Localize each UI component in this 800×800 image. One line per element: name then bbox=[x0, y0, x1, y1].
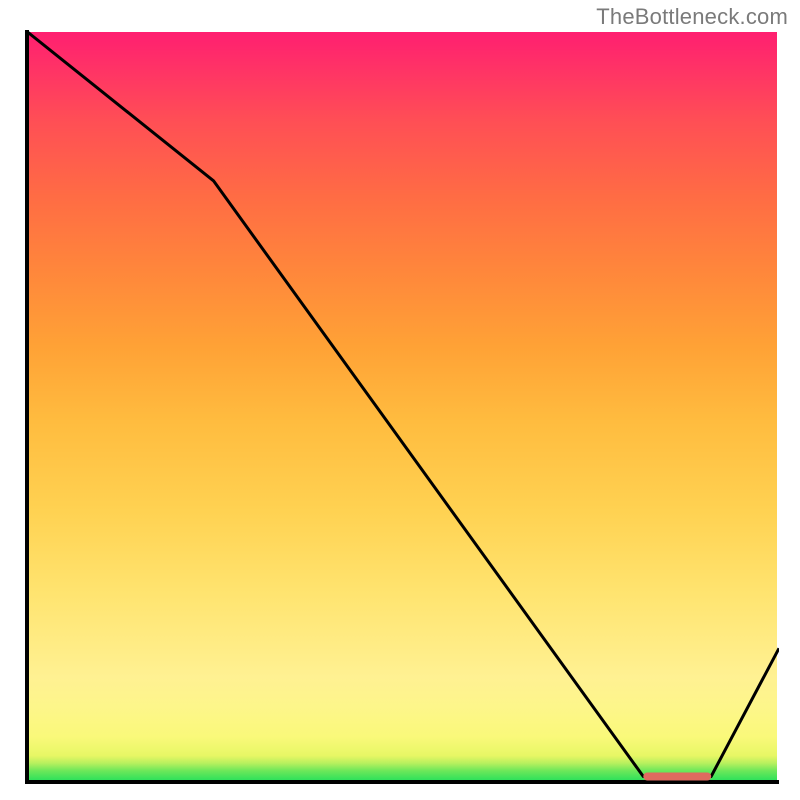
bottleneck-curve bbox=[25, 30, 779, 777]
optimal-range-marker bbox=[643, 773, 711, 781]
chart-container: TheBottleneck.com bbox=[0, 0, 800, 800]
plot-area bbox=[25, 30, 779, 784]
chart-svg bbox=[25, 30, 779, 784]
watermark-text: TheBottleneck.com bbox=[596, 4, 788, 30]
